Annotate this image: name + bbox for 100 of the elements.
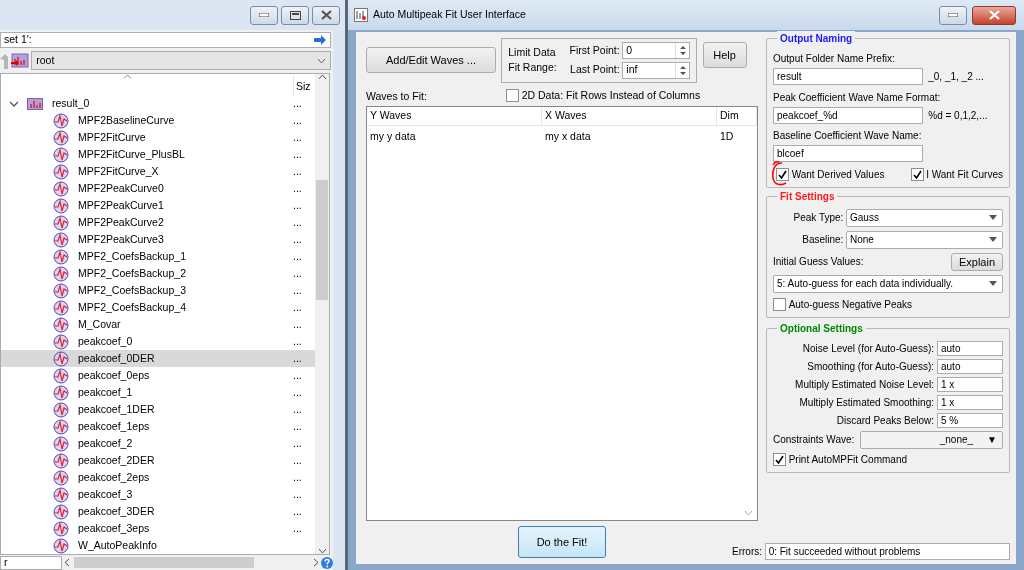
text-field[interactable]: result	[773, 68, 923, 85]
tree-item[interactable]: peakcoef_2eps ...	[1, 469, 315, 487]
peak-type-dropdown[interactable]: Gauss	[846, 208, 1003, 227]
text-field[interactable]: blcoef	[773, 145, 923, 163]
close-button[interactable]	[972, 5, 1016, 25]
wave-icon	[53, 113, 69, 130]
text-field[interactable]: 1 x	[937, 394, 1003, 410]
scrollbar-thumb[interactable]	[74, 557, 254, 568]
field-label: Discard Peaks Below:	[836, 413, 934, 428]
tree-item[interactable]: MPF2PeakCurve2 ...	[1, 214, 315, 232]
dropdown-arrow-icon	[989, 237, 997, 243]
add-edit-waves-button[interactable]: Add/Edit Waves ...	[366, 47, 496, 73]
help-button[interactable]: Help	[702, 42, 747, 68]
text-field[interactable]: peakcoef_%d	[773, 106, 923, 124]
field-label: Smoothing (for Auto-Guess):	[807, 359, 934, 374]
horizontal-scrollbar[interactable]	[64, 556, 319, 569]
baseline-dropdown[interactable]: None	[846, 230, 1003, 249]
folder-dropdown[interactable]: root	[31, 51, 331, 70]
tree-item[interactable]: peakcoef_2DER ...	[1, 452, 315, 470]
checkbox[interactable]	[773, 452, 786, 466]
tree-item[interactable]: peakcoef_0 ...	[1, 333, 315, 351]
tree-item[interactable]: MPF2BaselineCurve ...	[1, 112, 315, 130]
tree-item[interactable]: MPF2_CoefsBackup_2 ...	[1, 265, 315, 283]
scroll-down-icon	[744, 510, 753, 516]
tree-item[interactable]: result_0 ...	[1, 95, 315, 113]
tree-item[interactable]: peakcoef_0eps ...	[1, 367, 315, 385]
checkbox[interactable]	[506, 89, 519, 102]
guess-dropdown[interactable]: 5: Auto-guess for each data individually.	[773, 274, 1003, 293]
tree-item[interactable]: peakcoef_0DER ...	[1, 350, 315, 368]
scrollbar[interactable]	[315, 74, 329, 554]
wave-icon	[53, 435, 69, 452]
right-arrow-icon[interactable]	[313, 34, 327, 46]
constraints-dropdown[interactable]: _none_ ▼	[859, 430, 1003, 449]
last-point-field[interactable]: inf	[622, 61, 691, 79]
do-the-fit-button[interactable]: Do the Fit!	[518, 526, 606, 558]
item-label: peakcoef_3DER	[78, 503, 155, 519]
checkbox-label: Print AutoMPFit Command	[788, 452, 907, 467]
checkbox[interactable]	[773, 297, 786, 311]
tree-item[interactable]: MPF2_CoefsBackup_3 ...	[1, 282, 315, 300]
wave-icon	[53, 367, 69, 384]
path-field[interactable]: set 1':	[0, 32, 331, 48]
text-field-value: 1 x	[941, 377, 955, 392]
tree-item[interactable]: MPF2FitCurve ...	[1, 129, 315, 147]
text-field[interactable]: 1 x	[937, 376, 1003, 392]
dropdown-arrow-icon	[989, 215, 997, 221]
first-point-field[interactable]: 0	[622, 42, 691, 59]
size-text: ...	[293, 130, 303, 146]
help-icon[interactable]	[321, 556, 333, 569]
tree-item[interactable]: W_AutoPeakInfo	[1, 537, 315, 555]
expand-chevron-icon[interactable]	[9, 100, 19, 108]
column-header[interactable]: Dim	[717, 107, 757, 126]
tree-item[interactable]: MPF2FitCurve_PlusBL ...	[1, 146, 315, 164]
tree-item[interactable]: MPF2PeakCurve3 ...	[1, 231, 315, 249]
item-label: peakcoef_1DER	[78, 401, 155, 417]
tree-item[interactable]: peakcoef_3eps ...	[1, 520, 315, 538]
size-text: ...	[293, 283, 303, 299]
table-cell-text: my y data	[369, 129, 417, 145]
tree-item[interactable]: M_Covar ...	[1, 316, 315, 334]
first-point-value: 0	[626, 42, 634, 58]
minimize-button[interactable]	[939, 5, 967, 25]
column-header[interactable]: X Waves	[542, 107, 717, 126]
field-label: Baseline Coefficient Wave Name:	[773, 129, 923, 144]
text-field[interactable]: 5 %	[937, 412, 1003, 428]
filter-field[interactable]: r	[0, 555, 62, 570]
check-icon	[775, 454, 784, 464]
tree-item[interactable]: MPF2PeakCurve0 ...	[1, 180, 315, 198]
minimize-icon	[948, 13, 958, 17]
tree-item[interactable]: MPF2_CoefsBackup_4 ...	[1, 299, 315, 317]
close-button[interactable]	[312, 5, 340, 25]
errors-label: Errors:	[732, 545, 762, 559]
text-field[interactable]: auto	[937, 340, 1003, 356]
item-label: result_0	[52, 96, 90, 112]
item-label: MPF2_CoefsBackup_4	[78, 300, 186, 315]
scroll-down-icon	[317, 548, 327, 554]
tree-item[interactable]: peakcoef_1 ...	[1, 384, 315, 402]
wave-icon	[53, 231, 69, 248]
folder-icon[interactable]	[10, 52, 29, 69]
tree-item[interactable]: peakcoef_1eps ...	[1, 418, 315, 436]
tree-item[interactable]: MPF2PeakCurve1 ...	[1, 197, 315, 215]
tree-item[interactable]: MPF2FitCurve_X ...	[1, 163, 315, 181]
errors-field[interactable]: 0: Fit succeeded without problems	[764, 543, 1010, 560]
tree-item[interactable]: peakcoef_3 ...	[1, 486, 315, 504]
tree-item[interactable]: peakcoef_2 ...	[1, 435, 315, 453]
tree-item[interactable]: MPF2_CoefsBackup_1 ...	[1, 248, 315, 266]
spinner-icon[interactable]	[679, 45, 686, 56]
column-header[interactable]: Y Waves	[367, 107, 542, 126]
checkbox[interactable]	[910, 167, 924, 181]
range-label: Limit Data Fit Range:	[508, 45, 558, 76]
wave-icon	[53, 181, 69, 197]
close-icon	[988, 10, 1000, 20]
tree-item[interactable]: peakcoef_1DER ...	[1, 401, 315, 419]
checkbox[interactable]	[776, 167, 789, 181]
spinner-icon[interactable]	[679, 64, 686, 76]
tree-item[interactable]: peakcoef_3DER ...	[1, 503, 315, 521]
text-field[interactable]: auto	[937, 358, 1003, 374]
explain-button[interactable]: Explain	[951, 252, 1003, 271]
scrollbar-thumb[interactable]	[316, 180, 328, 300]
maximize-button[interactable]	[281, 5, 309, 25]
wave-icon	[53, 198, 69, 214]
size-text: ...	[293, 503, 303, 519]
